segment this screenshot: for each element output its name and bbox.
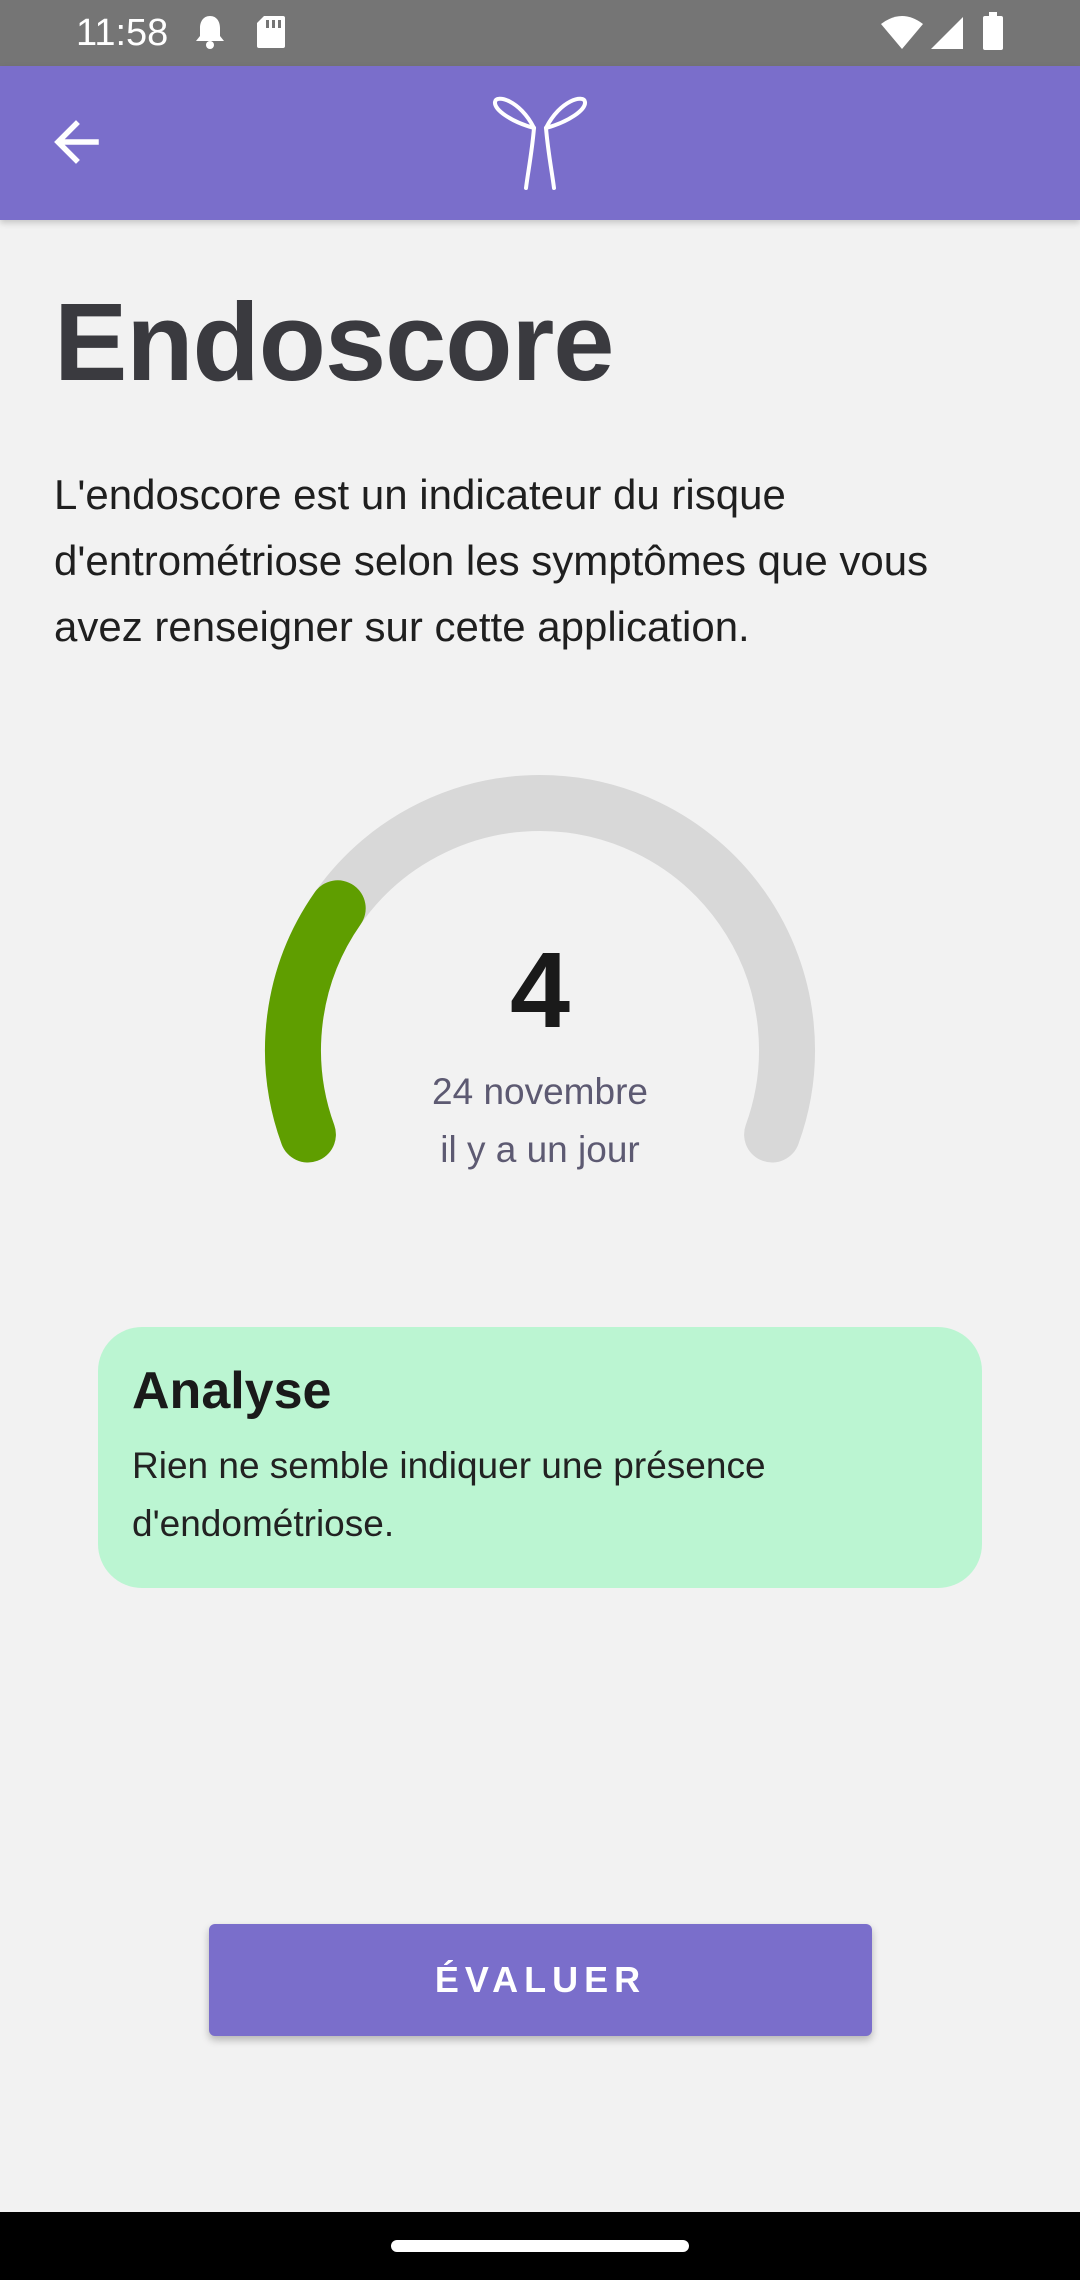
home-indicator[interactable]	[391, 2240, 689, 2252]
analysis-text: Rien ne semble indiquer une présence d'e…	[132, 1445, 766, 1544]
notification-bell-icon	[194, 14, 226, 55]
navigation-bar	[0, 2212, 1080, 2280]
app-bar	[0, 66, 1080, 220]
back-button[interactable]	[40, 106, 112, 178]
analysis-title: Analyse	[132, 1362, 332, 1420]
analysis-card: Analyse Rien ne semble indiquer une prés…	[98, 1327, 982, 1588]
sd-card-icon	[256, 14, 286, 55]
evaluate-button[interactable]: ÉVALUER	[209, 1924, 872, 2036]
status-time: 11:58	[76, 12, 169, 54]
arrow-left-icon	[54, 120, 99, 164]
status-bar: 11:58	[0, 0, 1080, 66]
gauge-relative-time: il y a un jour	[440, 1129, 640, 1170]
gauge-score: 4	[509, 929, 571, 1050]
signal-icon	[930, 16, 964, 55]
battery-icon	[982, 12, 1004, 55]
gauge-date: 24 novembre	[432, 1071, 648, 1112]
ribbon-logo-icon	[490, 94, 590, 192]
wifi-icon	[880, 16, 924, 55]
page-description: L'endoscore est un indicateur du risque …	[54, 471, 929, 650]
endoscore-gauge: 4 24 novembre il y a un jour	[240, 740, 840, 1240]
page-title: Endoscore	[54, 281, 614, 404]
